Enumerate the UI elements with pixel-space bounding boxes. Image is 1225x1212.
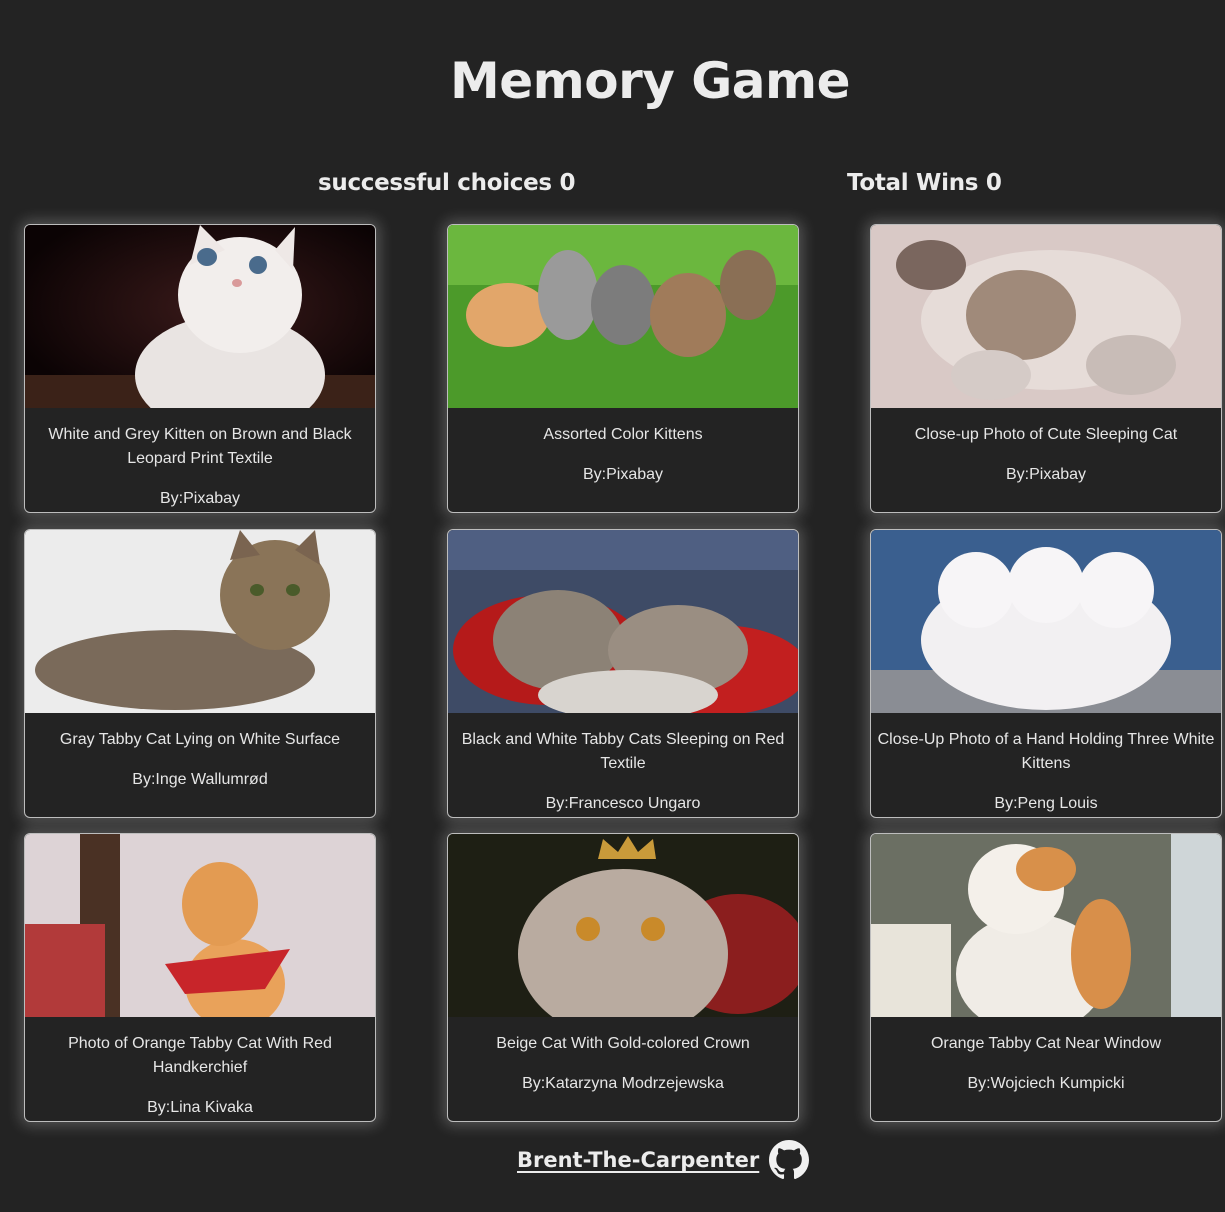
card-orange-tabby-handkerchief[interactable]: Photo of Orange Tabby Cat With Red Handk… [24,833,376,1122]
card-title: Beige Cat With Gold-colored Crown [496,1035,750,1052]
card-assorted-kittens[interactable]: Assorted Color Kittens By:Pixabay [447,224,799,513]
card-author: By:Francesco Ungaro [545,795,701,812]
card-author: By:Katarzyna Modrzejewska [522,1075,724,1092]
card-white-grey-kitten[interactable]: White and Grey Kitten on Brown and Black… [24,224,376,513]
photo-assorted-kittens [448,225,798,408]
photo-three-white-kittens [871,530,1221,713]
card-title: Black and White Tabby Cats Sleeping on R… [461,731,785,772]
total-wins-counter: Total Wins 0 [847,170,1002,196]
card-author: By:Inge Wallumrød [132,771,268,788]
photo-tabby-red-textile [448,530,798,713]
card-beige-cat-crown[interactable]: Beige Cat With Gold-colored Crown By:Kat… [447,833,799,1122]
card-tabby-red-textile[interactable]: Black and White Tabby Cats Sleeping on R… [447,529,799,818]
card-title: White and Grey Kitten on Brown and Black… [48,426,352,467]
card-title: Gray Tabby Cat Lying on White Surface [59,731,341,748]
card-title: Close-Up Photo of a Hand Holding Three W… [877,731,1215,772]
page-title: Memory Game [449,52,851,110]
photo-gray-tabby [25,530,375,713]
github-icon[interactable] [769,1140,810,1180]
card-orange-tabby-window[interactable]: Orange Tabby Cat Near Window By:Wojciech… [870,833,1222,1122]
successful-choices-counter: successful choices 0 [318,170,576,196]
photo-sleeping-cat [871,225,1221,408]
card-gray-tabby[interactable]: Gray Tabby Cat Lying on White Surface By… [24,529,376,818]
card-author: By:Lina Kivaka [147,1099,253,1116]
photo-beige-cat-crown [448,834,798,1017]
card-title: Photo of Orange Tabby Cat With Red Handk… [68,1035,332,1076]
card-title: Close-up Photo of Cute Sleeping Cat [914,426,1178,443]
card-author: By:Pixabay [1005,466,1087,483]
card-author: By:Pixabay [582,466,664,483]
card-sleeping-cat[interactable]: Close-up Photo of Cute Sleeping Cat By:P… [870,224,1222,513]
github-profile-link[interactable]: Brent-The-Carpenter [517,1148,759,1172]
card-title: Assorted Color Kittens [543,426,703,443]
photo-orange-tabby-window [871,834,1221,1017]
card-author: By:Wojciech Kumpicki [967,1075,1125,1092]
footer: Brent-The-Carpenter [517,1140,810,1180]
card-author: By:Peng Louis [994,795,1098,812]
card-author: By:Pixabay [159,490,241,507]
photo-white-grey-kitten [25,225,375,408]
card-title: Orange Tabby Cat Near Window [930,1035,1162,1052]
photo-orange-tabby-handkerchief [25,834,375,1017]
card-three-white-kittens[interactable]: Close-Up Photo of a Hand Holding Three W… [870,529,1222,818]
